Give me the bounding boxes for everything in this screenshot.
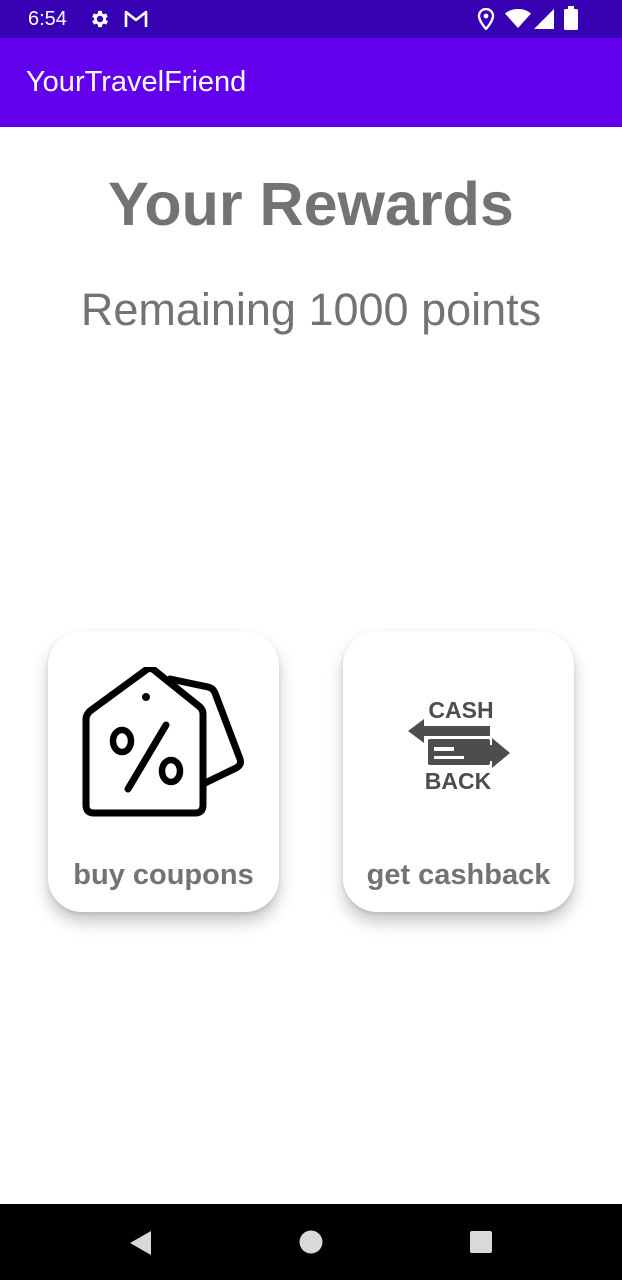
status-time: 6:54 xyxy=(28,8,67,30)
page-title: Your Rewards xyxy=(108,170,514,238)
get-cashback-card[interactable]: CASH BACK get cashback xyxy=(343,631,574,912)
buy-coupons-card[interactable]: buy coupons xyxy=(48,631,279,912)
signal-icon xyxy=(533,8,555,34)
cashback-icon-text-top: CASH xyxy=(428,697,493,723)
status-bar: 6:54 xyxy=(0,0,622,38)
location-icon xyxy=(476,7,496,34)
gmail-icon xyxy=(124,9,148,33)
cashback-icon-text-bottom: BACK xyxy=(425,768,492,794)
app-bar: YourTravelFriend xyxy=(0,38,622,127)
app-title: YourTravelFriend xyxy=(26,66,247,98)
back-icon[interactable] xyxy=(128,1230,152,1260)
recents-icon[interactable] xyxy=(469,1230,493,1258)
battery-icon xyxy=(563,6,579,35)
get-cashback-label: get cashback xyxy=(366,859,551,891)
home-icon[interactable] xyxy=(299,1230,323,1258)
points-remaining-text: Remaining 1000 points xyxy=(80,284,542,335)
wifi-icon xyxy=(505,8,531,33)
cashback-icon: CASH BACK xyxy=(406,695,512,799)
buy-coupons-label: buy coupons xyxy=(73,859,254,891)
navigation-bar xyxy=(0,1204,622,1280)
discount-tag-icon xyxy=(82,665,244,821)
gear-icon xyxy=(89,8,111,34)
